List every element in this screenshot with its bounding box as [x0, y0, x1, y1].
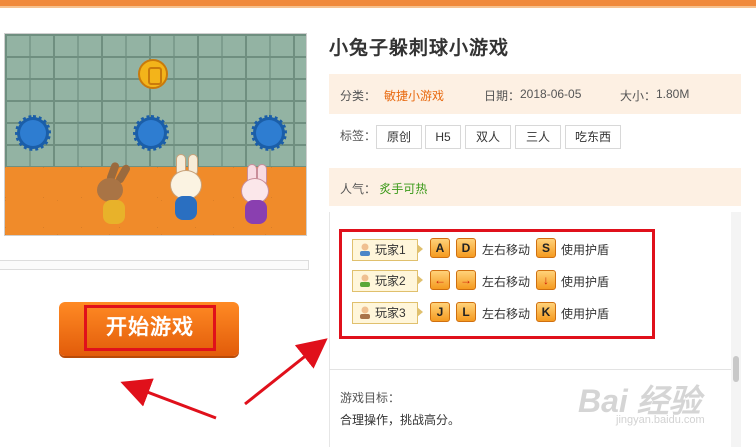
- arrow-to-controls: [244, 338, 328, 406]
- watermark-url: jingyan.baidu.com: [616, 414, 705, 426]
- baidu-watermark: Bai 经验 jingyan.baidu.com: [572, 376, 747, 436]
- arrow-to-start-button: [120, 378, 217, 420]
